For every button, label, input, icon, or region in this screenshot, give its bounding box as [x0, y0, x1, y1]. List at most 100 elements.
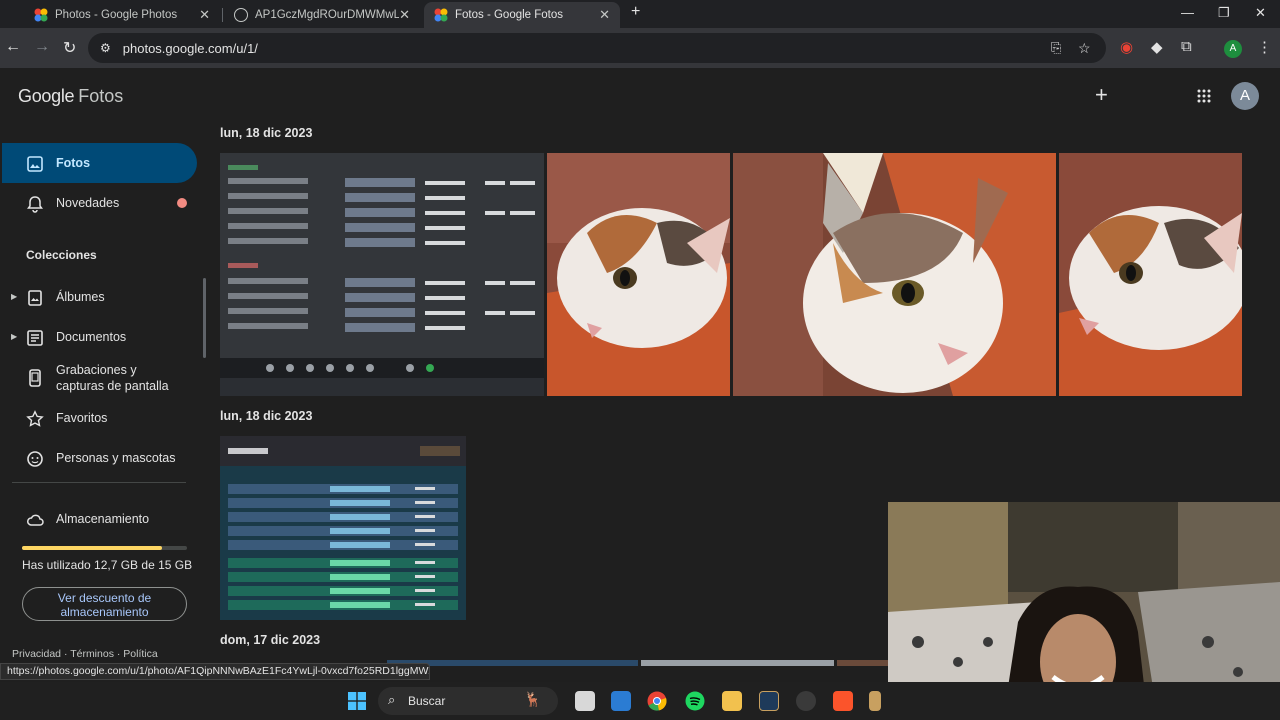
album-icon	[28, 290, 42, 306]
tab-close-icon[interactable]: ✕	[199, 7, 210, 23]
globe-icon	[234, 8, 248, 22]
taskbar-search-label: Buscar	[408, 694, 446, 708]
sidebar-item-fotos[interactable]: Fotos	[2, 143, 197, 183]
sidebar-item-label: Personas y mascotas	[56, 451, 176, 465]
date-heading: lun, 18 dic 2023	[220, 409, 313, 423]
browser-menu-icon[interactable]: ⋮	[1257, 38, 1272, 56]
sidebar-item-label: Favoritos	[56, 411, 108, 425]
date-heading: dom, 17 dic 2023	[220, 633, 321, 647]
extensions-puzzle-icon[interactable]: ⧉	[1181, 38, 1192, 55]
sidebar-item-grabaciones[interactable]: Grabaciones y capturas de pantalla	[2, 357, 197, 399]
url-text: photos.google.com/u/1/	[122, 40, 258, 56]
chrome-icon[interactable]	[647, 691, 667, 711]
photo-thumbnail-kitten[interactable]	[1059, 153, 1242, 396]
site-settings-icon[interactable]: ⚙	[100, 41, 111, 55]
sidebar-item-novedades[interactable]: Novedades	[2, 183, 197, 223]
taskbar-search-box[interactable]: ⌕ Buscar 🦌	[378, 687, 558, 715]
kitten-image	[1059, 153, 1242, 396]
app-icon[interactable]	[796, 691, 816, 711]
sidebar-divider	[12, 482, 186, 483]
restore-icon[interactable]: ❐	[1218, 5, 1230, 21]
google-photos-favicon-icon	[434, 8, 448, 22]
document-icon	[27, 330, 43, 346]
spotify-icon[interactable]	[685, 691, 705, 711]
sidebar-item-label: Novedades	[56, 196, 120, 210]
date-heading: lun, 18 dic 2023	[220, 126, 313, 140]
bookmark-star-icon[interactable]: ☆	[1078, 40, 1091, 57]
star-icon	[26, 410, 44, 427]
logo-product: Fotos	[78, 86, 124, 106]
tab-close-icon[interactable]: ✕	[399, 7, 410, 23]
league-client-icon[interactable]	[869, 691, 881, 711]
create-plus-icon[interactable]: +	[1095, 82, 1108, 108]
photo-thumbnail-game-scoreboard[interactable]	[220, 153, 544, 396]
microsoft-store-icon[interactable]	[611, 691, 631, 711]
reload-icon[interactable]: ↻	[63, 38, 76, 58]
extension-icon[interactable]: ◉	[1120, 38, 1133, 56]
sidebar-item-label: Álbumes	[56, 290, 105, 304]
sidebar-scrollbar[interactable]	[203, 278, 206, 358]
notification-dot	[177, 198, 187, 208]
task-view-icon[interactable]	[575, 691, 595, 711]
terms-link[interactable]: Términos	[70, 648, 114, 660]
logo-brand: Google	[18, 86, 75, 106]
photo-icon	[27, 156, 43, 172]
forward-icon[interactable]: →	[34, 38, 50, 56]
sidebar-item-personas[interactable]: Personas y mascotas	[2, 438, 197, 478]
close-window-icon[interactable]: ✕	[1255, 5, 1266, 21]
sidebar-item-label: Documentos	[56, 330, 127, 344]
browser-tab-active[interactable]: Fotos - Google Fotos ✕	[424, 2, 620, 28]
brave-icon[interactable]	[833, 691, 853, 711]
google-fotos-logo[interactable]: Google Fotos	[18, 86, 123, 107]
tab-close-icon[interactable]: ✕	[599, 7, 610, 23]
face-icon	[27, 451, 43, 467]
install-app-icon[interactable]: ⎘	[1051, 40, 1061, 56]
collections-heading: Colecciones	[26, 248, 97, 262]
sidebar-item-albumes[interactable]: ▶ Álbumes	[2, 277, 197, 317]
sidebar-item-documentos[interactable]: ▶ Documentos	[2, 317, 197, 357]
minimize-icon[interactable]: —	[1181, 5, 1194, 20]
tab-title: AP1GczMgdROurDMWMwLjET	[255, 9, 400, 21]
photo-thumbnail-kitten[interactable]	[547, 153, 730, 396]
tab-title: Photos - Google Photos	[55, 9, 178, 21]
tab-title: Fotos - Google Fotos	[455, 9, 564, 21]
search-highlight-icon: 🦌	[524, 691, 542, 707]
kitten-image	[547, 153, 730, 396]
storage-discount-label: Ver descuento de almacenamiento	[57, 591, 152, 619]
game-client-icon[interactable]	[759, 691, 779, 711]
privacy-link[interactable]: Privacidad	[12, 648, 61, 660]
sidebar-item-label: Almacenamiento	[56, 512, 150, 526]
expand-caret-icon[interactable]: ▶	[11, 292, 17, 301]
sidebar-item-favoritos[interactable]: Favoritos	[2, 398, 197, 438]
apps-grid-icon[interactable]	[1197, 89, 1211, 103]
storage-discount-button[interactable]: Ver descuento de almacenamiento	[22, 587, 187, 621]
phone-screenshot-icon	[29, 369, 41, 387]
new-tab-icon[interactable]: +	[631, 3, 640, 21]
storage-progress-bar	[22, 546, 187, 550]
windows-taskbar: ⌕ Buscar 🦌	[0, 682, 1280, 720]
browser-tab[interactable]: AP1GczMgdROurDMWMwLjET ✕	[224, 2, 420, 28]
storage-usage-text: Has utilizado 12,7 GB de 15 GB	[22, 558, 193, 572]
photo-thumbnail-partial[interactable]	[641, 660, 834, 666]
sidebar-item-almacenamiento[interactable]: Almacenamiento	[2, 499, 197, 539]
back-icon[interactable]: ←	[5, 38, 21, 56]
browser-tab-strip: Photos - Google Photos ✕ AP1GczMgdROurDM…	[0, 0, 1280, 28]
photo-thumbnail-partial[interactable]	[837, 660, 888, 666]
browser-tab[interactable]: Photos - Google Photos ✕	[24, 2, 220, 28]
cloud-icon	[27, 514, 44, 526]
photo-thumbnail-kitten[interactable]	[733, 153, 1056, 396]
google-photos-favicon-icon	[34, 8, 48, 22]
file-explorer-icon[interactable]	[722, 691, 742, 711]
windows-start-icon[interactable]	[348, 692, 366, 710]
policy-link[interactable]: Política	[123, 648, 157, 660]
extension-icon[interactable]: ◆	[1151, 38, 1163, 56]
account-avatar[interactable]: A	[1231, 82, 1259, 110]
photo-thumbnail-game-victory[interactable]	[220, 436, 466, 620]
address-bar[interactable]: ⚙ photos.google.com/u/1/ ⎘ ☆	[88, 33, 1106, 63]
game-scoreboard-image	[220, 153, 544, 396]
expand-caret-icon[interactable]: ▶	[11, 332, 17, 341]
search-icon: ⌕	[388, 692, 396, 707]
browser-toolbar: ← → ↻ ⚙ photos.google.com/u/1/ ⎘ ☆ ◉ ◆ ⧉…	[0, 28, 1280, 68]
profile-avatar[interactable]: A	[1224, 40, 1242, 58]
game-victory-image	[220, 436, 466, 620]
